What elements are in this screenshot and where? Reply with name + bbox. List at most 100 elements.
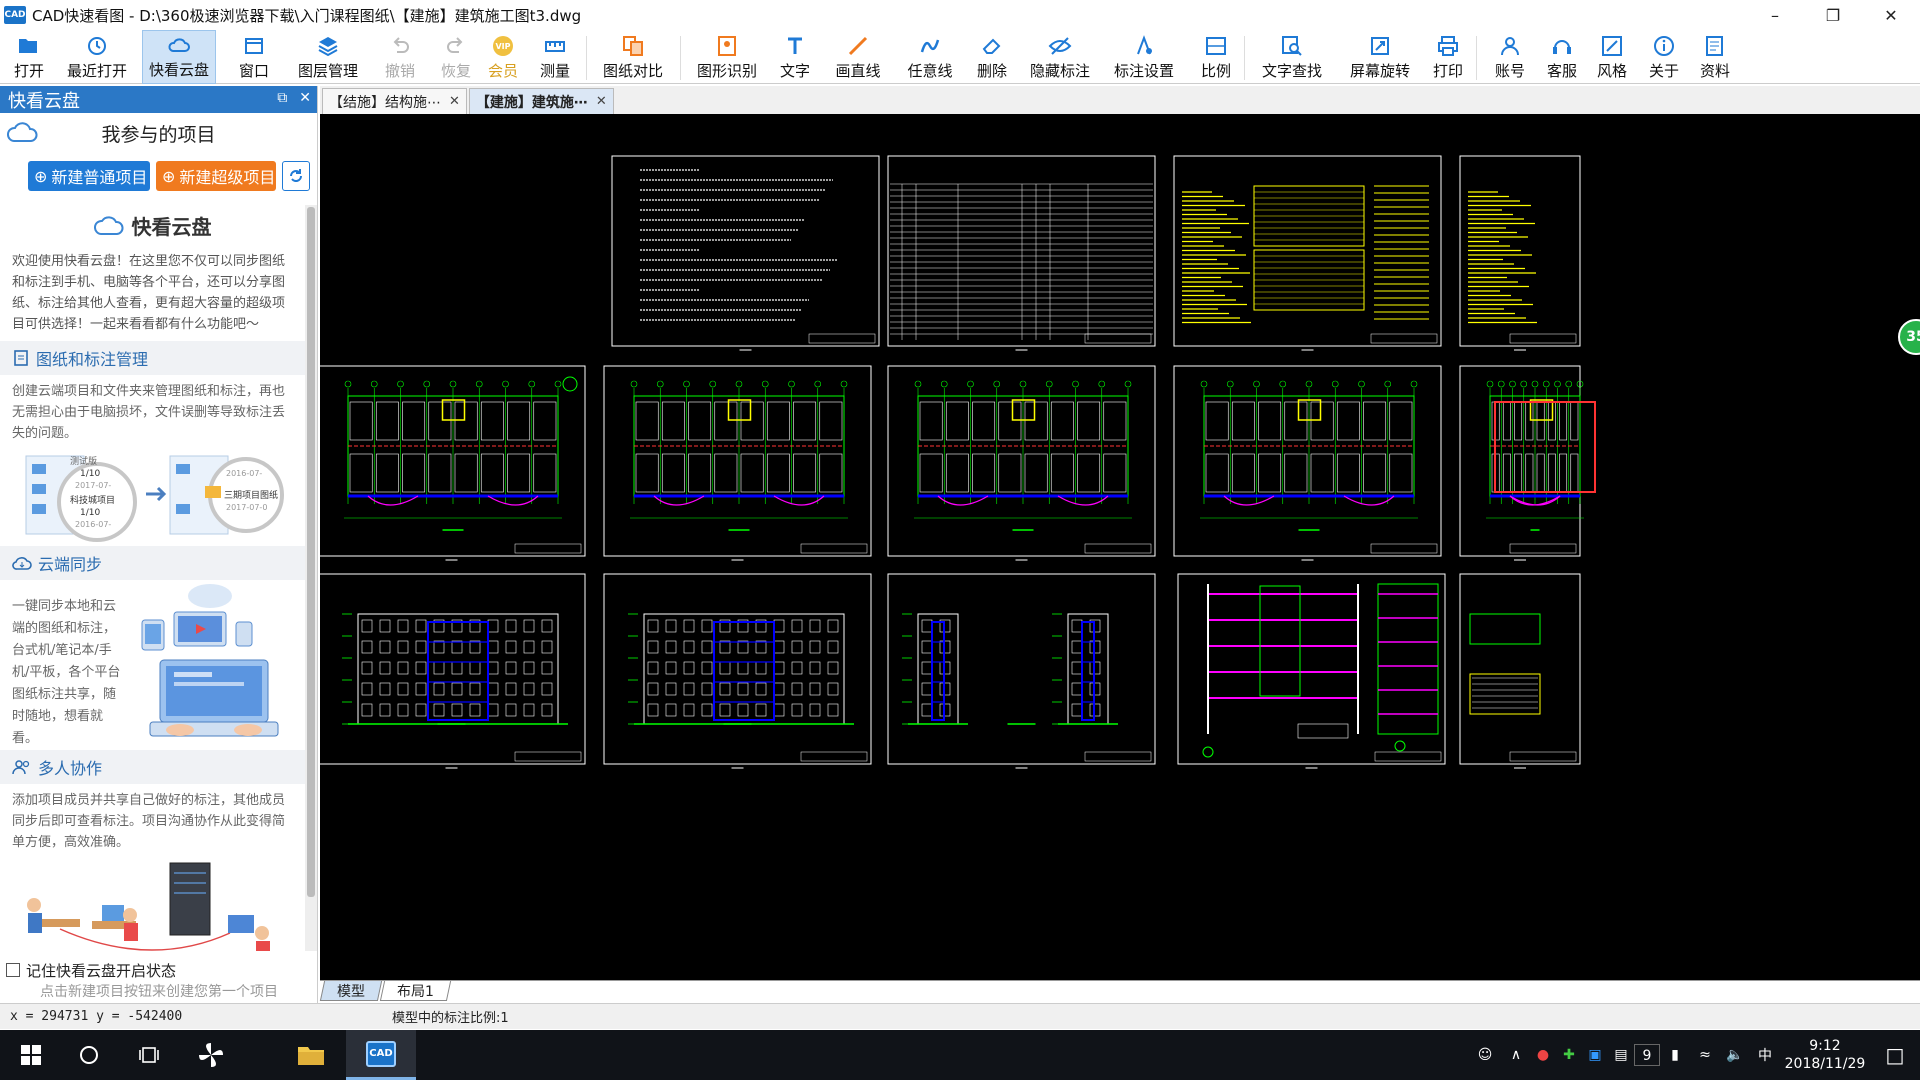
toolbar-button-text[interactable]: 文字 — [770, 30, 820, 84]
redo-icon — [443, 34, 469, 58]
folder-open-icon — [16, 34, 42, 58]
layout-tab[interactable]: 模型 — [319, 980, 383, 1001]
status-bar: x = 294731 y = -542400 模型中的标注比例:1 — [0, 1003, 1920, 1029]
toolbar-button-cloud[interactable]: 快看云盘 — [142, 30, 216, 84]
toolbar-button-folder-open[interactable]: 打开 — [0, 30, 58, 84]
cloud-icon — [7, 122, 38, 142]
illus-text-a5: 1/10 — [80, 508, 100, 518]
tray-app-gray-icon[interactable]: ▤ — [1608, 1047, 1634, 1063]
layout-tabs: 模型 布局1 — [319, 980, 1920, 1001]
compare-icon — [620, 34, 646, 58]
task-view-button[interactable] — [122, 1030, 176, 1080]
toolbar-button-scale[interactable]: 比例 — [1190, 30, 1242, 84]
tray-app-blue-icon[interactable]: ▣ — [1582, 1047, 1608, 1063]
toolbar-separator — [1476, 36, 1477, 80]
toolbar-button-recognize[interactable]: 图形识别 — [686, 30, 768, 84]
panel-title: 快看云盘 — [8, 90, 80, 112]
intro-text: 欢迎使用快看云盘！在这里您不仅可以同步图纸和标注到手机、电脑等各个平台，还可以分… — [0, 245, 305, 341]
document-tab[interactable]: 【结施】结构施⋯ ✕ — [322, 88, 467, 114]
illus-text-b2: 三期项目图纸 — [224, 489, 278, 501]
plus-icon: ⊕ — [34, 166, 48, 186]
task-view-icon — [139, 1047, 159, 1063]
new-normal-project-button[interactable]: ⊕ 新建普通项目 — [28, 161, 150, 191]
cloud-icon — [166, 33, 192, 57]
panel-float-icon[interactable]: ⧉ — [277, 90, 287, 106]
printer-icon — [1435, 34, 1461, 58]
toolbar-button-user[interactable]: 账号 — [1484, 30, 1536, 84]
cad-app-taskbar-button[interactable]: CAD — [346, 1030, 416, 1080]
tray-number-badge[interactable]: 9 — [1634, 1044, 1660, 1066]
toolbar-button-hide[interactable]: 隐藏标注 — [1022, 30, 1098, 84]
toolbar-label: 图层管理 — [297, 62, 358, 80]
toolbar-button-style[interactable]: 风格 — [1588, 30, 1636, 84]
toolbar-button-text-search[interactable]: 文字查找 — [1250, 30, 1334, 84]
remember-state-checkbox[interactable]: 记住快看云盘开启状态 — [0, 956, 318, 984]
toolbar-button-undo[interactable]: 撤销 — [372, 30, 428, 84]
toolbar-button-redo[interactable]: 恢复 — [428, 30, 484, 84]
file-explorer-button[interactable] — [276, 1030, 346, 1080]
scrollbar-thumb[interactable] — [307, 207, 315, 897]
toolbar-button-eraser[interactable]: 删除 — [964, 30, 1020, 84]
restore-button[interactable]: ❐ — [1804, 0, 1862, 30]
tray-app-red-icon[interactable]: ● — [1530, 1047, 1556, 1063]
wifi-icon[interactable]: ≈ — [1690, 1047, 1720, 1063]
sync-button[interactable] — [282, 161, 310, 191]
notification-icon[interactable]: □ — [1870, 1043, 1920, 1067]
checkbox-icon[interactable] — [6, 963, 20, 977]
people-icon[interactable]: ☺ — [1468, 1047, 1502, 1063]
toolbar-button-info[interactable]: 关于 — [1640, 30, 1688, 84]
toolbar-button-freehand[interactable]: 任意线 — [896, 30, 964, 84]
history-icon — [84, 34, 110, 58]
layout-tab[interactable]: 布局1 — [379, 980, 452, 1001]
search-button[interactable] — [62, 1030, 116, 1080]
toolbar-button-ruler[interactable]: 测量 — [524, 30, 586, 84]
start-button[interactable] — [4, 1030, 58, 1080]
toolbar-button-compare[interactable]: 图纸对比 — [592, 30, 674, 84]
cloud-panel: 快看云盘 ⧉ ✕ 我参与的项目 ⊕ 新建普通项目 ⊕ 新建超级项目 快看云盘 欢… — [0, 86, 318, 1003]
text-icon — [782, 34, 808, 58]
panel-scrollbar[interactable] — [305, 205, 317, 951]
battery-icon[interactable]: ▮ — [1660, 1047, 1690, 1063]
close-tab-icon[interactable]: ✕ — [596, 94, 607, 109]
document-icon — [14, 350, 28, 366]
toolbar-button-annot-settings[interactable]: 标注设置 — [1102, 30, 1186, 84]
volume-icon[interactable]: 🔈 — [1720, 1047, 1750, 1063]
info-icon — [1651, 34, 1677, 58]
toolbar-label: 资料 — [1699, 62, 1730, 80]
toolbar-button-vip[interactable]: VIP 会员 — [484, 30, 522, 84]
layers-icon — [315, 34, 341, 58]
toolbar-label: 任意线 — [907, 62, 953, 80]
toolbar-separator — [1244, 36, 1245, 80]
toolbar-button-window[interactable]: 窗口 — [224, 30, 284, 84]
illus-text-a1: 测试版 — [70, 455, 97, 467]
toolbar-button-rotate[interactable]: 屏幕旋转 — [1338, 30, 1422, 84]
toolbar-label: 最近打开 — [66, 62, 127, 80]
close-tab-icon[interactable]: ✕ — [449, 94, 460, 109]
tray-expand-icon[interactable]: ∧ — [1502, 1047, 1530, 1063]
toolbar-button-layers[interactable]: 图层管理 — [288, 30, 368, 84]
new-super-project-button[interactable]: ⊕ 新建超级项目 — [156, 161, 276, 191]
drawing-sheet — [611, 155, 880, 351]
tray-app-green-icon[interactable]: ✚ — [1556, 1047, 1582, 1063]
clock[interactable]: 9:12 2018/11/29 — [1780, 1037, 1870, 1073]
close-window-button[interactable]: ✕ — [1862, 0, 1920, 30]
document-tab[interactable]: 【建施】建筑施⋯ ✕ — [468, 88, 614, 114]
minimize-button[interactable]: – — [1746, 0, 1804, 30]
recognize-icon — [714, 34, 740, 58]
section-title: 图纸和标注管理 — [36, 350, 149, 369]
toolbar-button-printer[interactable]: 打印 — [1424, 30, 1472, 84]
toolbar-button-headset[interactable]: 客服 — [1536, 30, 1588, 84]
illus-text-b1: 2016-07- — [226, 469, 262, 478]
headset-icon — [1549, 34, 1575, 58]
title-bar: CAD CAD快速看图 - D:\360极速浏览器下载\入门课程图纸\【建施】建… — [0, 0, 1920, 30]
cad-canvas[interactable]: 35 — [320, 114, 1920, 980]
toolbar-button-history[interactable]: 最近打开 — [58, 30, 136, 84]
docs-icon — [1702, 34, 1728, 58]
annot-settings-icon — [1131, 34, 1157, 58]
drawing-sheet — [1459, 155, 1581, 351]
toolbar-button-docs[interactable]: 资料 — [1690, 30, 1740, 84]
pinned-app-button[interactable] — [184, 1030, 238, 1080]
panel-close-icon[interactable]: ✕ — [299, 90, 311, 106]
toolbar-button-line[interactable]: 画直线 — [822, 30, 894, 84]
ime-indicator[interactable]: 中 — [1750, 1045, 1780, 1065]
